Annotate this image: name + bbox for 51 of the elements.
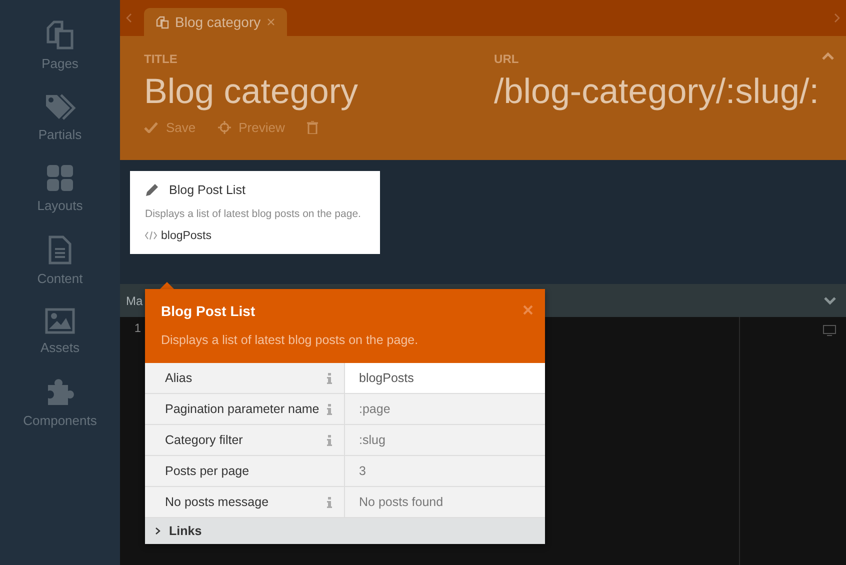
code-icon (145, 231, 157, 240)
property-name: Category filter (165, 433, 243, 447)
line-number: 1 (133, 321, 141, 335)
popover-title: Blog Post List (161, 303, 256, 319)
monitor-icon[interactable] (823, 325, 836, 336)
component-card[interactable]: Blog Post List Displays a list of latest blog posts on the page. blogPosts (130, 171, 380, 254)
puzzle-icon (46, 377, 74, 407)
sidebar-item[interactable]: Pages (42, 20, 78, 71)
url-field[interactable]: /blog-category/:slug/: (494, 72, 819, 112)
chevron-right-icon[interactable] (834, 13, 840, 23)
toolbar-button[interactable]: Preview (218, 120, 285, 135)
property-name: Pagination parameter name (165, 402, 320, 416)
info-icon[interactable] (327, 496, 332, 508)
sidebar-item[interactable]: Assets (40, 308, 80, 355)
chevron-down-icon[interactable] (824, 296, 836, 304)
check-icon (144, 122, 158, 133)
info-icon[interactable] (327, 372, 332, 384)
toolbar-button[interactable]: Save (144, 120, 196, 135)
sidebar-item[interactable]: Components (23, 377, 97, 428)
chevron-left-icon[interactable] (126, 13, 132, 23)
component-title: Blog Post List (169, 183, 246, 197)
grid-icon (46, 164, 74, 192)
field-label: URL (494, 52, 520, 66)
close-icon[interactable] (266, 18, 275, 26)
group-toggle[interactable]: Links (145, 518, 545, 544)
property-name: Posts per page (165, 464, 250, 478)
title-field[interactable]: Blog category (144, 72, 358, 112)
property-name: Alias (165, 371, 192, 385)
pencil-icon (145, 183, 159, 197)
chevron-up-icon[interactable] (822, 52, 834, 60)
component-description: Displays a list of latest blog posts on the page. (145, 207, 362, 222)
sidebar-item[interactable]: Layouts (37, 164, 83, 213)
document-icon (48, 235, 72, 265)
close-icon[interactable] (523, 305, 533, 315)
editor-tab[interactable]: Ma (126, 294, 143, 308)
popover-description: Displays a list of latest blog posts on the page. (161, 333, 420, 347)
sidebar-item[interactable]: Partials (38, 93, 82, 142)
info-icon[interactable] (327, 404, 332, 414)
documents-icon (156, 16, 169, 28)
image-icon (44, 308, 75, 334)
tags-icon (44, 93, 76, 121)
field-label: TITLE (144, 52, 178, 66)
documents-icon (45, 20, 75, 50)
info-icon[interactable] (327, 434, 332, 446)
component-alias: blogPosts (161, 230, 212, 242)
crosshair-icon (218, 121, 231, 134)
property-value-field[interactable]: blogPosts (345, 363, 545, 393)
editor-tab[interactable]: Blog category (144, 8, 287, 36)
sidebar-item[interactable]: Content (37, 235, 83, 286)
trash-icon[interactable] (306, 121, 318, 134)
property-name: No posts message (165, 495, 269, 509)
